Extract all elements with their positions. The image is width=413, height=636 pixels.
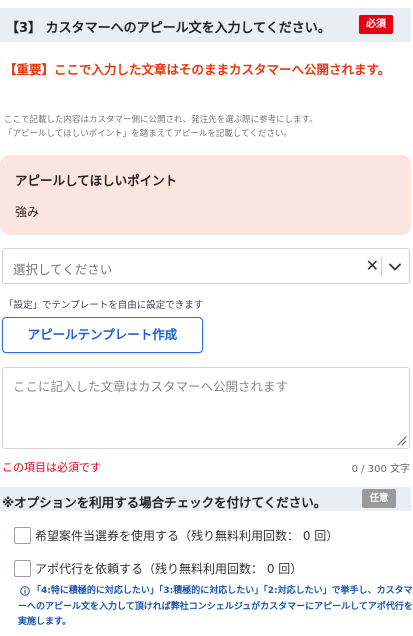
option-appointment-checkbox[interactable] [14, 560, 31, 577]
option-lottery-checkbox[interactable] [14, 527, 31, 544]
close-icon[interactable]: ✕ [366, 256, 379, 276]
required-badge: 必須 [359, 15, 393, 34]
chevron-down-icon[interactable] [388, 260, 402, 274]
appeal-point-label: アピールしてほしいポイント [15, 173, 178, 188]
appeal-text-input[interactable] [2, 367, 410, 449]
option-lottery-label: 希望案件当選券を使用する（残り無料利用回数： 0 回） [35, 529, 339, 543]
appointment-info-text: 「4:特に積極的に対応したい」「3:積極的に対応したい」「2:対応したい」で挙手… [18, 586, 413, 627]
template-note: 「設定」でテンプレートを自由に設定できます [4, 300, 204, 311]
optional-badge: 任意 [362, 489, 396, 508]
section-header: 【3】 カスタマーへのアピール文を入力してください。 必須 [0, 8, 411, 42]
appeal-point-value: 強み [15, 205, 40, 219]
char-count: 0 / 300 文字 [351, 464, 410, 475]
publish-warning: 【重要】ここで入力した文章はそのままカスタマーへ公開されます。 [4, 62, 391, 77]
help-note: ここで記載した内容はカスタマー側に公開され、発注先を選ぶ際に参考にします。 「ア… [4, 113, 409, 141]
select-divider [381, 257, 382, 277]
create-template-button[interactable]: アピールテンプレート作成 [2, 317, 203, 353]
option-appointment-label: アポ代行を依頼する（残り無料利用回数： 0 回） [35, 562, 303, 576]
appeal-point-box: アピールしてほしいポイント 強み [0, 155, 411, 235]
template-select[interactable]: 選択してください ✕ [2, 248, 410, 284]
section-title: 【3】 カスタマーへのアピール文を入力してください。 [6, 21, 331, 36]
help-note-line-1: ここで記載した内容はカスタマー側に公開され、発注先を選ぶ際に参考にします。 [4, 115, 318, 125]
template-select-placeholder: 選択してください [13, 262, 113, 277]
options-title: ※オプションを利用する場合チェックを付けてください。 [2, 495, 327, 510]
required-error: この項目は必須です [2, 461, 101, 474]
options-header: ※オプションを利用する場合チェックを付けてください。 任意 [0, 487, 411, 511]
help-note-line-2: 「アピールしてほしいポイント」を踏まえてアピールを記載してください。 [4, 129, 292, 139]
